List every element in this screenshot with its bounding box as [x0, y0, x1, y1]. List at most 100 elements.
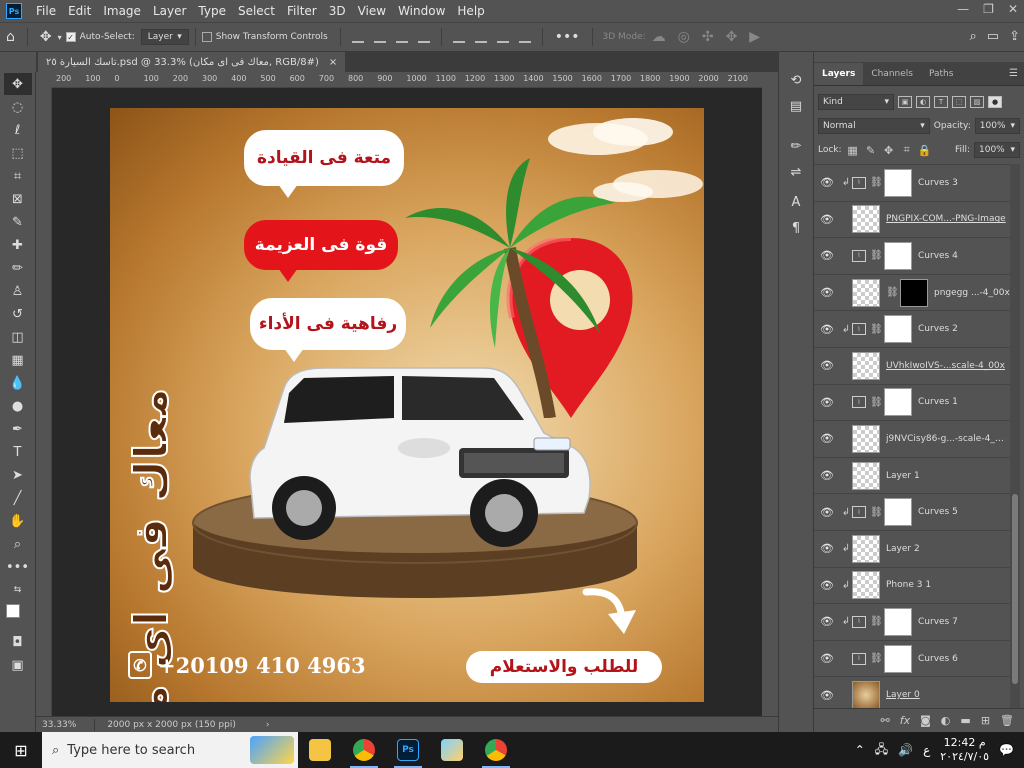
menu-layer[interactable]: Layer: [147, 4, 192, 18]
filter-shape-icon[interactable]: ⬚: [952, 96, 966, 108]
menu-file[interactable]: File: [30, 4, 62, 18]
chrome-app-1[interactable]: [342, 732, 386, 768]
chain-link-icon[interactable]: ⛓: [870, 397, 883, 408]
layer-list-scrollbar[interactable]: [1010, 164, 1020, 708]
color-swatches-icon[interactable]: [4, 602, 32, 630]
align-middle-icon[interactable]: [474, 31, 487, 43]
filter-type-icon[interactable]: T: [934, 96, 948, 108]
adjustments-panel-icon[interactable]: ⇌: [784, 162, 808, 182]
layer-row[interactable]: 👁 PNGPIX-COM...-PNG-Image: [814, 200, 1010, 238]
eraser-tool-icon[interactable]: ◫: [4, 326, 32, 348]
layer-row[interactable]: 👁 ⛓ pngegg ...-4_00x: [814, 273, 1010, 311]
visibility-eye-icon[interactable]: 👁: [814, 542, 840, 555]
layer-row[interactable]: 👁 ↲ Layer 2: [814, 529, 1010, 567]
layer-row[interactable]: 👁 ↲ ⌇ ⛓ Curves 3: [814, 164, 1010, 201]
blur-tool-icon[interactable]: 💧: [4, 372, 32, 394]
notifications-icon[interactable]: 💬: [999, 743, 1014, 757]
distribute-horizontal-icon[interactable]: [417, 31, 430, 43]
canvas-area[interactable]: متعة فى القيادة قوة فى العزيمة رفاهية فى…: [52, 88, 762, 716]
filter-adjustment-icon[interactable]: ◐: [916, 96, 930, 108]
healing-brush-tool-icon[interactable]: ✚: [4, 234, 32, 256]
layer-thumbnail[interactable]: [852, 534, 880, 563]
layer-thumbnail[interactable]: [852, 278, 880, 307]
restore-button[interactable]: ❐: [983, 2, 994, 16]
3d-slide-icon[interactable]: ✥: [720, 29, 744, 45]
frame-tool-icon[interactable]: ⊠: [4, 188, 32, 210]
network-icon[interactable]: 🖧: [875, 740, 888, 761]
visibility-eye-icon[interactable]: 👁: [814, 506, 840, 519]
chrome-app-2[interactable]: [474, 732, 518, 768]
distribute-vertical-icon[interactable]: [518, 31, 531, 43]
link-icon[interactable]: ⚯: [881, 714, 890, 727]
status-arrow-icon[interactable]: ›: [266, 720, 270, 730]
taskbar-search-box[interactable]: ⌕ Type here to search: [42, 732, 298, 768]
filter-kind-dropdown[interactable]: Kind ▾: [818, 94, 894, 110]
layer-thumbnail[interactable]: [852, 205, 880, 234]
adjustment-icon[interactable]: ◐: [941, 714, 951, 727]
layer-row[interactable]: 👁 ⌇ ⛓ Curves 4: [814, 237, 1010, 274]
fill-input[interactable]: 100% ▾: [974, 142, 1020, 158]
visibility-eye-icon[interactable]: 👁: [814, 359, 840, 372]
chain-link-icon[interactable]: ⛓: [870, 653, 883, 664]
3d-orbit-icon[interactable]: ☁: [646, 29, 672, 45]
3d-roll-icon[interactable]: ◎: [672, 29, 696, 45]
zoom-tool-icon[interactable]: ⌕: [4, 533, 32, 555]
path-select-tool-icon[interactable]: ➤: [4, 464, 32, 486]
close-button[interactable]: ✕: [1008, 2, 1018, 16]
panel-menu-icon[interactable]: ☰: [1009, 68, 1018, 79]
3d-drag-icon[interactable]: ✣: [696, 29, 720, 45]
type-tool-icon[interactable]: T: [4, 441, 32, 463]
layer-thumbnail[interactable]: [884, 388, 912, 417]
line-tool-icon[interactable]: ╱: [4, 487, 32, 509]
layer-thumbnail[interactable]: [884, 168, 912, 197]
layer-row[interactable]: 👁 ↲ ⌇ ⛓ Curves 5: [814, 493, 1010, 530]
lock-position-icon[interactable]: ✥: [882, 144, 896, 157]
paragraph-panel-icon[interactable]: ¶: [784, 218, 808, 238]
tab-channels[interactable]: Channels: [863, 63, 921, 85]
fx-icon[interactable]: fx: [900, 714, 910, 727]
photoshop-app[interactable]: Ps: [386, 732, 430, 768]
align-left-icon[interactable]: [351, 31, 364, 43]
visibility-eye-icon[interactable]: 👁: [814, 579, 840, 592]
visibility-eye-icon[interactable]: 👁: [814, 432, 840, 445]
menu-image[interactable]: Image: [97, 4, 147, 18]
tab-paths[interactable]: Paths: [921, 63, 961, 85]
search-icon[interactable]: ⌕: [970, 29, 977, 44]
gradient-tool-icon[interactable]: ▦: [4, 349, 32, 371]
chevron-up-icon[interactable]: ⌃: [855, 743, 865, 757]
taskbar-clock[interactable]: 12:42 م ٢٠٢٤/٧/٠٥: [940, 736, 989, 764]
history-panel-icon[interactable]: ⟲: [784, 70, 808, 90]
layer-row[interactable]: 👁 ⌇ ⛓ Curves 6: [814, 639, 1010, 677]
history-brush-tool-icon[interactable]: ↺: [4, 303, 32, 325]
hand-tool-icon[interactable]: ✋: [4, 510, 32, 532]
menu-window[interactable]: Window: [392, 4, 451, 18]
menu-type[interactable]: Type: [192, 4, 232, 18]
chain-link-icon[interactable]: ⛓: [870, 250, 883, 261]
chain-link-icon[interactable]: ⛓: [870, 616, 883, 627]
home-icon[interactable]: ⌂: [0, 29, 21, 45]
menu-3d[interactable]: 3D: [323, 4, 352, 18]
visibility-eye-icon[interactable]: 👁: [814, 469, 840, 482]
swap-colors-icon[interactable]: ⇆: [4, 579, 32, 601]
lasso-tool-icon[interactable]: ℓ: [4, 119, 32, 141]
scrollbar-thumb[interactable]: [1012, 494, 1018, 684]
layer-thumbnail[interactable]: [884, 498, 912, 527]
crop-tool-icon[interactable]: ⌗: [4, 165, 32, 187]
filter-smart-object-icon[interactable]: ▨: [970, 96, 984, 108]
clone-stamp-tool-icon[interactable]: ♙: [4, 280, 32, 302]
align-center-icon[interactable]: [373, 31, 386, 43]
chain-link-icon[interactable]: ⛓: [870, 507, 883, 518]
layer-thumbnail[interactable]: [884, 241, 912, 270]
filter-pixel-icon[interactable]: ▣: [898, 96, 912, 108]
quick-mask-icon[interactable]: ◘: [4, 631, 32, 653]
layer-row[interactable]: 👁 ↲ ⌇ ⛓ Curves 2: [814, 310, 1010, 347]
foreground-color-icon[interactable]: [5, 604, 20, 618]
visibility-eye-icon[interactable]: 👁: [814, 396, 840, 409]
layer-thumbnail[interactable]: [884, 315, 912, 344]
menu-filter[interactable]: Filter: [281, 4, 323, 18]
blend-mode-dropdown[interactable]: Normal ▾: [818, 118, 930, 134]
minimize-button[interactable]: —: [957, 2, 969, 16]
layer-thumbnail[interactable]: [884, 644, 912, 673]
layer-row[interactable]: 👁 UVhkIwoIVS-...scale-4_00x: [814, 346, 1010, 384]
close-tab-icon[interactable]: ×: [329, 57, 337, 68]
